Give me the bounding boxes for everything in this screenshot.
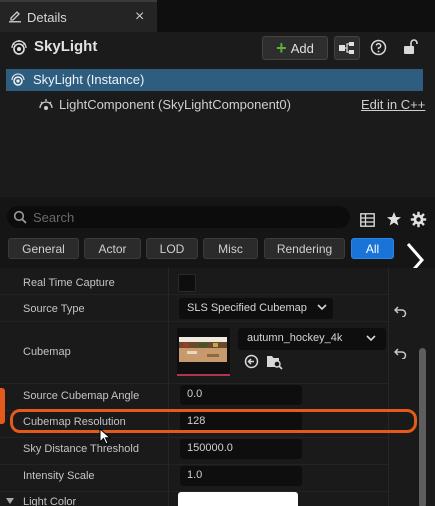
search-box[interactable] [7,206,350,228]
details-header: SkyLight + Add [0,32,435,64]
actor-name: SkyLight [34,38,98,55]
add-button-label: Add [290,40,314,56]
search-icon [13,210,27,224]
property-label: Cubemap [23,346,71,358]
help-icon[interactable] [370,39,387,56]
reset-column-divider [388,268,389,506]
blueprint-icon [339,42,354,54]
cubemap-asset-dropdown[interactable]: autumn_hockey_4k [238,328,386,350]
tab-actor[interactable]: Actor [84,238,141,259]
tree-item-label: LightComponent (SkyLightComponent0) [59,97,291,112]
tab-rendering[interactable]: Rendering [264,238,345,259]
table-view-icon[interactable] [360,213,375,227]
property-label: Source Cubemap Angle [23,390,140,402]
annotation-highlight [10,409,417,433]
reset-to-default-icon[interactable] [394,305,407,317]
source-type-dropdown[interactable]: SLS Specified Cubemap [179,298,333,319]
tab-lod[interactable]: LOD [146,238,198,259]
search-input[interactable] [33,208,343,226]
skylight-component-icon [39,99,53,110]
tab-misc[interactable]: Misc [203,238,258,259]
star-icon[interactable] [386,211,402,227]
tab-all[interactable]: All [351,238,394,259]
property-label: Source Type [23,303,85,315]
light-color-swatch[interactable] [178,492,298,506]
dropdown-value: SLS Specified Cubemap [187,302,307,314]
property-label: Light Color [23,496,77,506]
annotation-mark [0,388,5,424]
source-cubemap-angle-input[interactable]: 0.0 [180,385,302,405]
tab-general[interactable]: General [8,238,79,259]
skylight-icon [11,73,25,86]
expand-arrow-icon[interactable] [5,497,15,505]
tab-details[interactable]: Details × [0,0,157,32]
chevron-down-icon [317,304,327,311]
browse-asset-icon[interactable] [266,353,283,370]
asset-name: autumn_hockey_4k [247,332,343,344]
tree-item-skylight-instance[interactable]: SkyLight (Instance) [6,69,423,91]
property-label: Sky Distance Threshold [23,443,139,455]
add-component-button[interactable]: + Add [262,36,328,60]
property-label: Real Time Capture [23,277,115,289]
edit-in-cpp-link[interactable]: Edit in C++ [361,97,425,112]
chevron-down-icon [366,335,376,342]
tree-item-light-component[interactable]: LightComponent (SkyLightComponent0) Edit… [0,94,435,116]
blueprint-button[interactable] [334,36,360,60]
cubemap-thumbnail[interactable] [177,328,230,376]
plus-icon: + [276,38,287,58]
skylight-icon [11,40,27,55]
intensity-scale-input[interactable]: 1.0 [180,466,302,486]
close-icon[interactable]: × [135,8,144,26]
properties-scrollbar[interactable] [419,348,426,506]
real-time-capture-checkbox[interactable] [178,274,196,292]
sky-distance-threshold-input[interactable]: 150000.0 [180,439,302,459]
lock-icon[interactable] [402,39,418,55]
tab-bar: Details × [0,0,435,32]
component-tree: SkyLight (Instance) LightComponent (SkyL… [0,64,435,197]
mouse-cursor-icon [99,428,112,445]
gear-icon[interactable] [410,211,427,228]
pencil-icon [9,11,21,23]
reset-to-default-icon[interactable] [394,347,407,359]
property-label: Intensity Scale [23,470,95,482]
tab-label: Details [27,10,67,25]
tree-item-label: SkyLight (Instance) [33,72,145,87]
use-selected-asset-icon[interactable] [244,354,259,369]
cubemap-preview-image [179,337,227,362]
